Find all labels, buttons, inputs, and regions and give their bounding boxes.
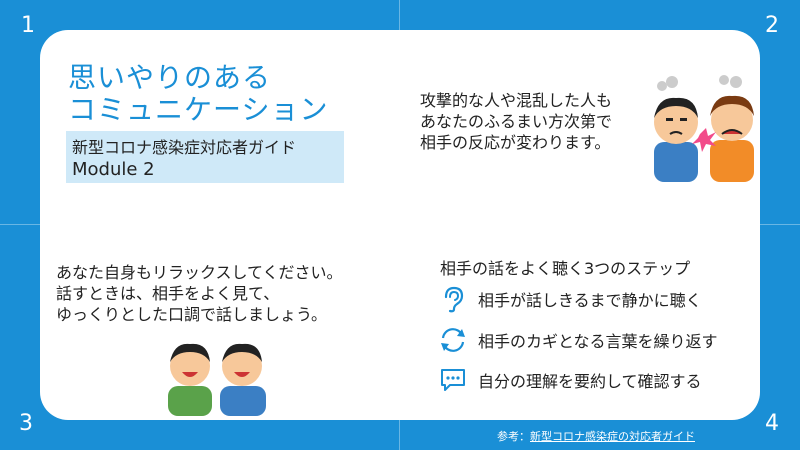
step-item: 自分の理解を要約して確認する (436, 365, 702, 395)
step-label: 自分の理解を要約して確認する (478, 372, 702, 391)
corner-number-2: 2 (765, 13, 779, 38)
text-line: あなた自身もリラックスしてください。 (56, 263, 343, 282)
corner-number-4: 4 (765, 411, 779, 436)
corner-number-1: 1 (21, 13, 35, 38)
step-label: 相手のカギとなる言葉を繰り返す (478, 332, 718, 351)
quadrant3-text: あなた自身もリラックスしてください。 話すときは、相手をよく見て、 ゆっくりとし… (56, 262, 343, 325)
text-line: 話すときは、相手をよく見て、 (56, 284, 280, 303)
steps-title: 相手の話をよく聴く3つのステップ (440, 259, 691, 278)
text-line: 攻撃的な人や混乱した人も (420, 91, 613, 110)
ear-icon (436, 284, 470, 314)
repeat-arrows-icon (436, 325, 470, 355)
quadrant2-text: 攻撃的な人や混乱した人も あなたのふるまい方次第で 相手の反応が変わります。 (420, 90, 612, 153)
title-line: 思いやりのある (68, 61, 272, 94)
text-line: ゆっくりとした口調で話しましょう。 (56, 305, 328, 324)
grid-line-vertical (399, 0, 400, 30)
step-item: 相手のカギとなる言葉を繰り返す (436, 325, 718, 355)
angry-people-illustration (654, 75, 754, 182)
text-line: あなたのふるまい方次第で (420, 112, 613, 131)
subtitle-box: 新型コロナ感染症対応者ガイド Module 2 (66, 131, 344, 183)
title-line: コミュニケーション (68, 93, 329, 126)
reference-prefix: 参考： (497, 430, 530, 443)
grid-line-vertical (399, 420, 400, 450)
reference-footer: 参考：新型コロナ感染症の対応者ガイド (497, 428, 695, 444)
reference-link[interactable]: 新型コロナ感染症の対応者ガイド (530, 430, 695, 443)
text-line: 相手の反応が変わります。 (420, 133, 611, 152)
relaxed-people-illustration (168, 343, 266, 416)
grid-line-horizontal (760, 224, 800, 225)
grid-line-horizontal (0, 224, 40, 225)
page-title: 思いやりのある コミュニケーション (68, 62, 328, 126)
step-label: 相手が話しきるまで静かに聴く (478, 291, 702, 310)
subtitle-guide-name: 新型コロナ感染症対応者ガイド (72, 138, 297, 157)
corner-number-3: 3 (19, 411, 33, 436)
speech-bubble-icon (436, 365, 470, 395)
subtitle-module: Module 2 (72, 159, 155, 180)
step-item: 相手が話しきるまで静かに聴く (436, 284, 702, 314)
